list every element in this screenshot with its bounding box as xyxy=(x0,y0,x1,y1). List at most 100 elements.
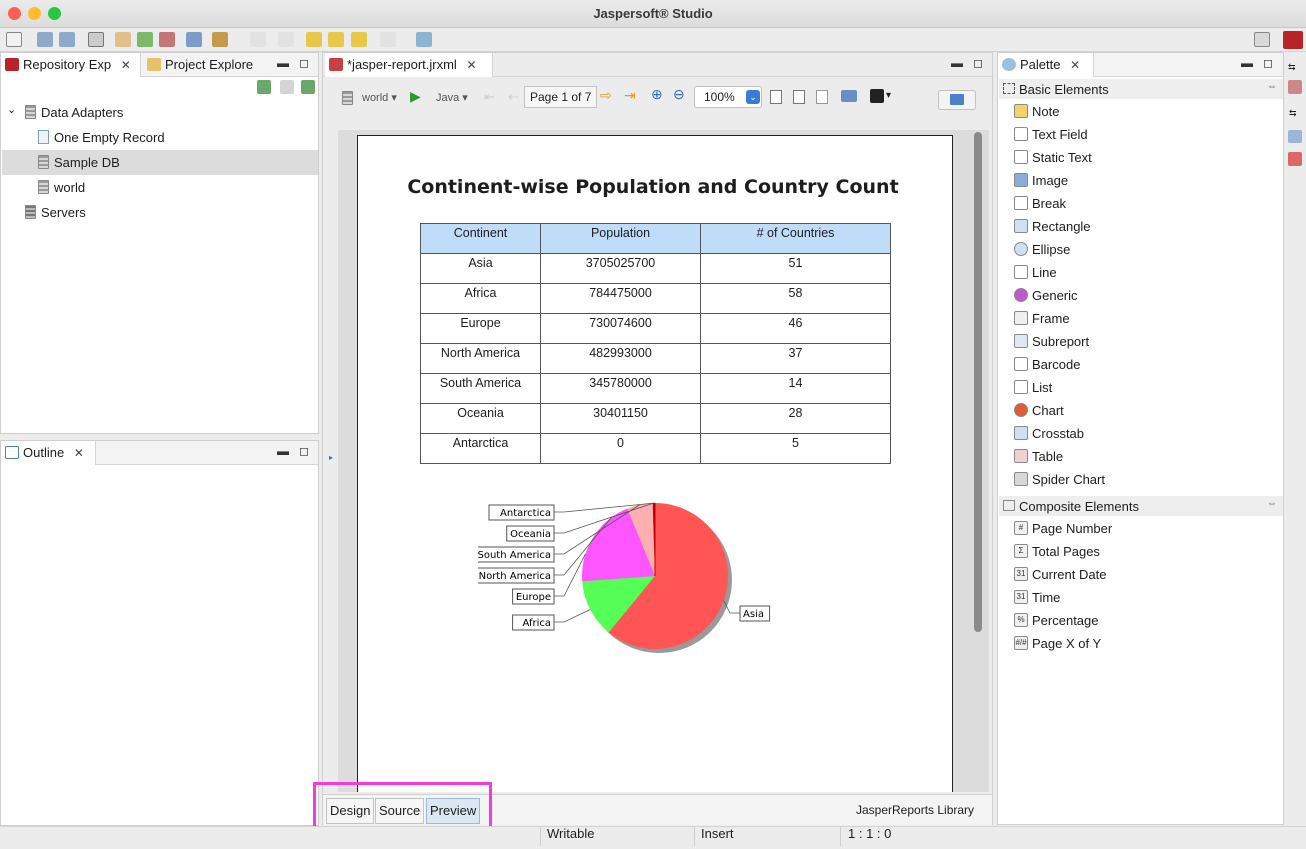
palette-item-label: Total Pages xyxy=(1032,544,1100,559)
chevron-down-icon[interactable]: ▾ xyxy=(886,90,891,101)
percentage-icon: % xyxy=(1014,613,1028,627)
fit-page-icon[interactable] xyxy=(793,90,805,104)
table-cell: 0 xyxy=(540,433,701,464)
collapse-icon[interactable]: ⇔ xyxy=(1267,498,1277,509)
navigate-forward-icon[interactable] xyxy=(380,32,396,47)
minimize-icon[interactable]: ▬ xyxy=(1241,56,1253,70)
chevron-down-icon[interactable]: ⌄ xyxy=(746,90,760,104)
navigate-back-icon[interactable] xyxy=(351,32,367,47)
tab-palette[interactable]: Palette ✕ xyxy=(998,53,1094,77)
tab-repository-explorer[interactable]: Repository Exp ✕ xyxy=(1,53,141,77)
adapter-select[interactable]: world ▾ xyxy=(362,91,397,104)
previous-annotation-icon[interactable] xyxy=(278,32,294,47)
build-icon[interactable] xyxy=(212,32,228,47)
spider-chart-icon xyxy=(1014,472,1028,486)
chevron-down-icon[interactable]: ⌄ xyxy=(7,103,16,116)
fit-width-icon[interactable] xyxy=(816,90,828,104)
back-icon[interactable] xyxy=(306,32,322,47)
jaspersoft-perspective-icon[interactable] xyxy=(1283,31,1303,49)
status-divider xyxy=(540,826,541,846)
previous-page-icon[interactable]: ⇠ xyxy=(508,89,519,105)
close-icon[interactable]: ✕ xyxy=(1070,58,1080,72)
tab-jasper-report[interactable]: *jasper-report.jrxml ✕ xyxy=(325,53,493,77)
maximize-icon[interactable]: ◻ xyxy=(299,56,309,70)
table-row: Oceania 30401150 28 xyxy=(420,403,891,434)
forward-icon[interactable] xyxy=(328,32,344,47)
library-label: JasperReports Library xyxy=(856,803,975,817)
tree-label: Sample DB xyxy=(54,155,120,170)
tree-item-data-adapters[interactable]: ⌄ Data Adapters xyxy=(2,100,318,125)
pie-label-asia: Asia xyxy=(723,600,771,622)
zoom-value: 100% xyxy=(704,90,735,104)
expand-panel-icon[interactable]: ▸ xyxy=(329,453,333,462)
tree-item-world[interactable]: world xyxy=(2,175,318,200)
tree-item-one-empty-record[interactable]: One Empty Record xyxy=(2,125,318,150)
problems-icon[interactable] xyxy=(1288,152,1302,166)
edit-icon[interactable] xyxy=(159,32,175,47)
basic-elements-header[interactable]: Basic Elements ⇔ xyxy=(999,79,1283,99)
last-page-icon[interactable]: ⇥ xyxy=(624,87,636,104)
zoom-in-icon[interactable]: ⊕ xyxy=(651,86,663,103)
new-file-icon[interactable] xyxy=(6,32,22,47)
minimize-icon[interactable]: ▬ xyxy=(277,444,289,458)
static-text-icon xyxy=(1014,150,1028,164)
report-editor: *jasper-report.jrxml ✕ ▬ ◻ world ▾ ▶ Jav… xyxy=(322,52,993,825)
palette-item-label: Page Number xyxy=(1032,521,1113,536)
properties-icon[interactable] xyxy=(1288,130,1302,143)
close-icon[interactable]: ✕ xyxy=(466,58,476,72)
tree-item-servers[interactable]: Servers xyxy=(2,200,318,225)
composite-elements-header[interactable]: Composite Elements ⇔ xyxy=(999,496,1283,516)
palette-item-label: Current Date xyxy=(1032,567,1107,582)
zoom-combo[interactable]: 100% ⌄ xyxy=(694,86,762,108)
column-header: Continent xyxy=(420,223,541,254)
database-icon xyxy=(38,155,49,169)
tab-project-explorer[interactable]: Project Explore xyxy=(143,53,267,77)
minimize-icon[interactable]: ▬ xyxy=(277,56,289,70)
frame-icon xyxy=(1014,311,1028,325)
deploy-icon[interactable] xyxy=(186,32,202,47)
maximize-icon[interactable]: ◻ xyxy=(973,56,983,70)
import-icon[interactable] xyxy=(137,32,153,47)
close-icon[interactable]: ✕ xyxy=(121,58,131,72)
save-all-icon[interactable] xyxy=(59,32,75,47)
table-row: South America 345780000 14 xyxy=(420,373,891,404)
generic-icon xyxy=(1014,288,1028,302)
link-icon[interactable] xyxy=(280,80,294,94)
data-adapter-icon xyxy=(342,91,353,105)
first-page-icon[interactable]: ⇤ xyxy=(484,89,495,105)
language-select[interactable]: Java ▾ xyxy=(436,91,468,104)
save-icon[interactable] xyxy=(37,32,53,47)
report-state-icon[interactable] xyxy=(1288,80,1302,94)
open-perspective-icon[interactable] xyxy=(1254,32,1270,47)
expand-button[interactable] xyxy=(938,90,976,110)
maximize-icon[interactable]: ◻ xyxy=(1263,56,1273,70)
actual-size-icon[interactable] xyxy=(770,90,782,104)
export-icon[interactable] xyxy=(870,89,884,103)
tree-item-sample-db[interactable]: Sample DB xyxy=(2,150,318,175)
external-tool-icon[interactable] xyxy=(416,32,432,47)
run-report-icon[interactable]: ▶ xyxy=(410,88,421,105)
next-annotation-icon[interactable] xyxy=(250,32,266,47)
column-header: Population xyxy=(540,223,701,254)
database-icon xyxy=(38,180,49,194)
add-server-icon[interactable] xyxy=(301,80,315,94)
minimize-icon[interactable]: ▬ xyxy=(951,56,963,70)
restore-icon[interactable]: ⇆ xyxy=(1288,62,1296,73)
vertical-scrollbar[interactable] xyxy=(974,132,982,632)
publish-icon[interactable] xyxy=(115,32,131,47)
maximize-icon[interactable]: ◻ xyxy=(299,444,309,458)
close-icon[interactable]: ✕ xyxy=(74,446,84,460)
table-row: Antarctica 0 5 xyxy=(420,433,891,464)
compile-icon[interactable] xyxy=(88,32,104,47)
present-icon[interactable] xyxy=(841,90,857,102)
add-adapter-icon[interactable] xyxy=(257,80,271,94)
table-cell: 482993000 xyxy=(540,343,701,374)
right-trim-bar: ⇆ ⇆ xyxy=(1285,52,1306,825)
collapse-icon[interactable]: ⇔ xyxy=(1267,81,1277,92)
palette-item-label: Note xyxy=(1032,104,1060,119)
tab-outline[interactable]: Outline ✕ xyxy=(1,441,96,465)
report-file-icon xyxy=(329,58,343,71)
next-page-icon[interactable]: ⇨ xyxy=(600,87,612,104)
zoom-out-icon[interactable]: ⊖ xyxy=(673,86,685,103)
restore-icon[interactable]: ⇆ xyxy=(1289,108,1297,119)
